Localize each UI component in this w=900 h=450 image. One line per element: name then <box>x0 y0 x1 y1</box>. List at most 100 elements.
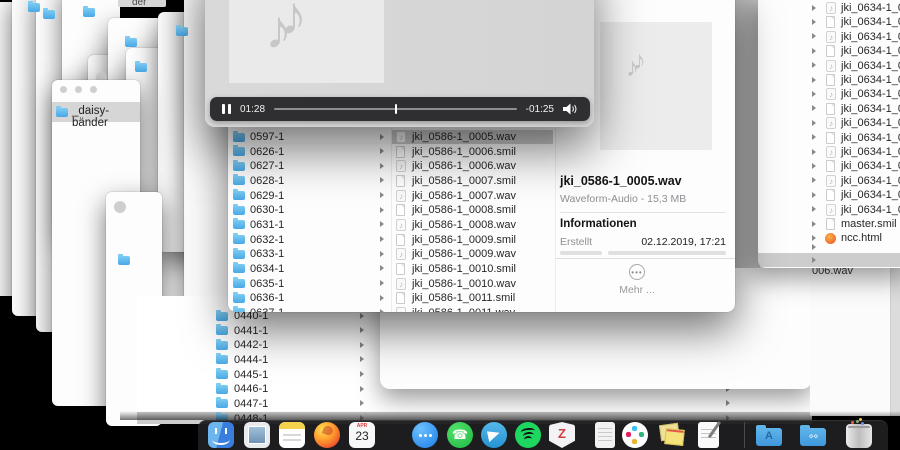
disclosure-arrow-icon <box>812 257 816 263</box>
finder-right-window[interactable]: jki_0634-1_0jki_0634-1_0jki_0634-1_0jki_… <box>758 0 900 268</box>
file-label: jki_0634-1_0 <box>841 87 900 101</box>
dock-stickies-icon[interactable] <box>658 422 684 448</box>
finder-folder-row[interactable]: 0635-1 <box>228 277 391 291</box>
disclosure-arrow-icon <box>812 105 816 111</box>
finder-folder-row[interactable]: 0628-1 <box>228 174 391 188</box>
file-row[interactable]: jki_0586-1_0009.smil <box>392 233 553 247</box>
dock-trash-icon[interactable] <box>846 424 872 448</box>
finder-folder-row[interactable]: 0626-1 <box>228 145 391 159</box>
finder-folder-row[interactable]: 0629-1 <box>228 189 391 203</box>
folder-icon <box>176 27 188 36</box>
folder-label: 0637-1 <box>250 306 284 312</box>
more-label[interactable]: Mehr ... <box>597 284 677 296</box>
window-button[interactable] <box>114 201 126 213</box>
file-row[interactable]: jki_0634-1_0 <box>758 59 900 73</box>
file-row[interactable] <box>758 240 900 254</box>
file-row[interactable]: jki_0586-1_0007.wav <box>392 189 553 203</box>
file-row[interactable]: jki_0634-1_0 <box>758 44 900 58</box>
file-row[interactable]: jki_0586-1_0006.smil <box>392 145 553 159</box>
folder-icon <box>43 10 55 19</box>
dock-notes-icon[interactable] <box>279 422 305 448</box>
file-row[interactable]: jki_0634-1_0 <box>758 15 900 29</box>
dock-docapp-icon[interactable] <box>595 422 615 448</box>
finder-folder-row[interactable]: 0631-1 <box>228 218 391 232</box>
dock-whatsapp-icon[interactable] <box>447 422 473 448</box>
file-label: jki_0586-1_0007.wav <box>412 189 516 203</box>
file-row[interactable]: jki_0634-1_0 <box>758 203 900 217</box>
selected-folder-row[interactable]: _daisy-bänder <box>52 102 140 122</box>
folder-label: 0634-1 <box>250 262 284 276</box>
dock-dropboxfolder-icon[interactable]: ⋄⋄ <box>800 428 826 446</box>
progress-handle[interactable] <box>395 104 397 114</box>
dock-calendar-icon[interactable]: APR23 <box>349 422 375 448</box>
smil-file-icon <box>826 45 835 57</box>
file-row[interactable]: jki_0586-1_0005.wav <box>392 130 553 144</box>
file-row[interactable]: jki_0634-1_0 <box>758 102 900 116</box>
file-row[interactable]: jki_0586-1_0010.wav <box>392 277 553 291</box>
volume-icon[interactable] <box>563 103 578 115</box>
file-row[interactable]: jki_0586-1_0008.smil <box>392 203 553 217</box>
folder-label: 0628-1 <box>250 174 284 188</box>
folder-icon <box>216 326 228 335</box>
file-row[interactable]: jki_0634-1_0 <box>758 131 900 145</box>
disclosure-arrow-icon <box>380 309 384 312</box>
file-row[interactable]: jki_0634-1_0 <box>758 30 900 44</box>
dock-firefox-icon[interactable] <box>314 422 340 448</box>
file-row[interactable]: jki_0586-1_0006.wav <box>392 159 553 173</box>
finder-folder-row[interactable]: 0636-1 <box>228 291 391 305</box>
file-row[interactable]: jki_0586-1_0010.smil <box>392 262 553 276</box>
file-row[interactable]: jki_0586-1_0011.wav <box>392 306 553 312</box>
file-row[interactable]: jki_0634-1_0 <box>758 188 900 202</box>
disclosure-arrow-icon <box>812 221 816 227</box>
disclosure-arrow-icon <box>812 91 816 97</box>
finder-folder-row[interactable]: 0627-1 <box>228 159 391 173</box>
window-minimize-button[interactable] <box>75 86 82 93</box>
dock-finder-icon[interactable] <box>208 422 234 448</box>
file-row[interactable]: jki_0586-1_0011.smil <box>392 291 553 305</box>
finder-folder-row[interactable]: 0634-1 <box>228 262 391 276</box>
dock-messages-icon[interactable] <box>412 422 438 448</box>
window-close-button[interactable] <box>60 86 67 93</box>
disclosure-arrow-icon <box>812 19 816 25</box>
folder-icon <box>216 385 228 394</box>
file-row[interactable]: master.smil <box>758 217 900 231</box>
dock-telegram-icon[interactable] <box>481 422 507 448</box>
folder-label: 0442-1 <box>234 338 268 352</box>
dock-spotify-icon[interactable] <box>515 422 541 448</box>
file-row[interactable]: jki_0634-1_0 <box>758 73 900 87</box>
file-row[interactable]: jki_0634-1_0 <box>758 145 900 159</box>
file-row[interactable]: jki_0586-1_0007.smil <box>392 174 553 188</box>
window-zoom-button[interactable] <box>90 86 97 93</box>
partial-file-window[interactable]: 006.wav <box>810 263 891 416</box>
file-row[interactable]: jki_0586-1_0008.wav <box>392 218 553 232</box>
more-ellipsis-icon[interactable]: ••• <box>629 264 645 280</box>
smil-file-icon <box>826 74 835 86</box>
wav-file-icon <box>826 175 836 187</box>
file-row[interactable]: jki_0634-1_0 <box>758 87 900 101</box>
dock-mail-icon[interactable] <box>244 422 270 448</box>
file-row[interactable]: jki_0634-1_0 <box>758 159 900 173</box>
finder-folder-row[interactable]: 0630-1 <box>228 203 391 217</box>
dock-textedit-icon[interactable] <box>698 422 719 448</box>
finder-folder-row[interactable]: 0633-1 <box>228 247 391 261</box>
finder-folder-row[interactable]: 0632-1 <box>228 233 391 247</box>
progress-slider[interactable] <box>274 108 517 110</box>
file-row[interactable]: jki_0586-1_0009.wav <box>392 247 553 261</box>
dock-appsfolder-icon[interactable]: A <box>756 428 782 446</box>
folder-label: 0632-1 <box>250 233 284 247</box>
disclosure-arrow-icon <box>380 221 384 227</box>
quicklook-window[interactable]: ♪♪ 01:28 -01:25 <box>205 0 594 127</box>
finder-folder-row[interactable]: 0637-1 <box>228 306 391 312</box>
file-label: jki_0634-1_0 <box>841 30 900 44</box>
disclosure-arrow-icon <box>360 371 364 377</box>
file-row[interactable]: jki_0634-1_0 <box>758 116 900 130</box>
finder-folder-row[interactable]: 0597-1 <box>228 130 391 144</box>
dock-slack-icon[interactable] <box>622 422 648 448</box>
file-row[interactable] <box>758 253 900 267</box>
file-row[interactable]: jki_0634-1_0 <box>758 1 900 15</box>
file-row[interactable]: jki_0634-1_0 <box>758 174 900 188</box>
smil-file-icon <box>826 16 835 28</box>
pause-button[interactable] <box>222 104 231 114</box>
folder-label: _daisy-bänder <box>72 105 140 129</box>
folder-row[interactable]: 0447-1 <box>137 397 812 411</box>
